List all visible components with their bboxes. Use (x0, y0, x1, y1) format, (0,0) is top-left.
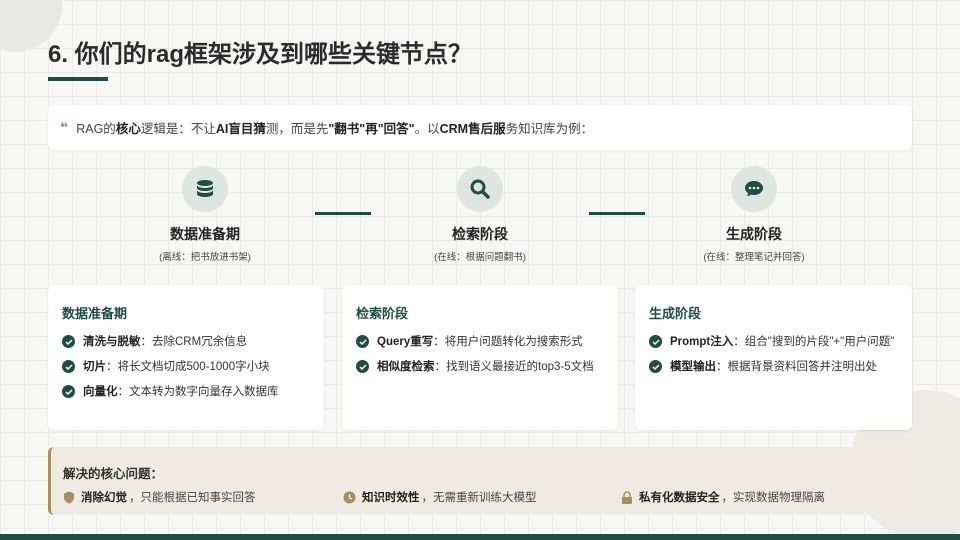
footer-bar (0, 534, 960, 540)
card-data-prep: 数据准备期 清洗与脱敏：去除CRM冗余信息 切片：将长文档切成500-1000字… (48, 285, 324, 430)
item-text: ：找到语义最接近的top3-5文档 (434, 361, 594, 373)
list-item: 切片：将长文档切成500-1000字小块 (62, 359, 310, 375)
core-problem-item: 知识时效性 ，无需重新训练大模型 (343, 489, 537, 505)
intro-text-part: 。以 (414, 122, 440, 136)
page-title: 6. 你们的rag框架涉及到哪些关键节点？ (48, 41, 473, 68)
item-label: 相似度检索 (377, 361, 435, 373)
card-retrieval: 检索阶段 Query重写：将用户问题转化为搜索形式 相似度检索：找到语义最接近的… (342, 285, 618, 430)
item-text: ：去除CRM冗余信息 (140, 336, 248, 348)
list-item: 模型输出：根据背景资料回答并注明出处 (649, 359, 898, 375)
card-generation: 生成阶段 Prompt注入：组合"搜到的片段"+"用户问题" 模型输出：根据背景… (635, 285, 912, 430)
core-problems-box: 解决的核心问题： 消除幻觉 ，只能根据已知事实回答 知识时效性 ，无需重新训练大模型… (48, 447, 912, 515)
item-text: ：将用户问题转化为搜索形式 (433, 336, 583, 348)
check-icon (649, 335, 662, 348)
search-icon (457, 166, 503, 212)
list-item: 相似度检索：找到语义最接近的top3-5文档 (356, 359, 604, 375)
database-icon (182, 166, 228, 212)
list-item: 向量化：文本转为数字向量存入数据库 (62, 384, 310, 400)
item-label: 清洗与脱敏 (83, 336, 141, 348)
intro-text-part: 测，而是先 (265, 122, 329, 136)
problem-text: ，实现数据物理隔离 (721, 492, 826, 504)
problem-label: 知识时效性 (362, 492, 420, 504)
item-label: 模型输出 (670, 361, 716, 373)
clock-icon (343, 491, 356, 503)
check-icon (62, 360, 75, 373)
item-label: 向量化 (83, 386, 118, 398)
intro-box: ❝ RAG的核心逻辑是：不让AI盲目猜测，而是先"翻书"再"回答"。以CRM售后… (48, 105, 912, 150)
intro-text: RAG的核心逻辑是：不让AI盲目猜测，而是先"翻书"再"回答"。以CRM售后服务… (76, 118, 593, 137)
list-item: 清洗与脱敏：去除CRM冗余信息 (62, 334, 310, 350)
check-icon (649, 360, 662, 373)
core-problem-item: 私有化数据安全 ，实现数据物理隔离 (621, 489, 825, 505)
stage-subtitle: (在线：根据问题翻书) (434, 252, 526, 263)
intro-text-bold: 核心 (115, 122, 141, 136)
chat-icon (731, 166, 777, 212)
list-item: Prompt注入：组合"搜到的片段"+"用户问题" (649, 334, 898, 350)
item-text: ：根据背景资料回答并注明出处 (716, 361, 877, 373)
intro-text-bold: "翻书"再"回答" (328, 122, 415, 136)
stage-connector (315, 212, 371, 215)
core-problem-item: 消除幻觉 ，只能根据已知事实回答 (63, 489, 256, 505)
card-title: 生成阶段 (649, 306, 702, 321)
check-icon (62, 335, 75, 348)
card-title: 数据准备期 (62, 306, 128, 321)
core-problems-title: 解决的核心问题： (63, 467, 164, 481)
intro-text-bold: AI盲目猜 (215, 122, 266, 136)
stage-name: 数据准备期 (170, 226, 240, 242)
item-text: ：将长文档切成500-1000字小块 (106, 361, 270, 373)
title-underline (48, 77, 108, 81)
intro-text-part: RAG的 (76, 122, 116, 136)
stage-name: 生成阶段 (726, 226, 782, 242)
check-icon (356, 335, 369, 348)
item-label: 切片 (83, 361, 106, 373)
stage-retrieval: 检索阶段 (在线：根据问题翻书) (380, 166, 580, 263)
item-label: Query重写 (377, 336, 434, 348)
list-item: Query重写：将用户问题转化为搜索形式 (356, 334, 604, 350)
lock-icon (622, 490, 632, 504)
card-title: 检索阶段 (356, 306, 409, 321)
intro-text-bold: CRM售后服 (439, 122, 506, 136)
stage-subtitle: (在线：整理笔记并回答) (703, 252, 805, 263)
problem-label: 消除幻觉 (81, 492, 127, 504)
stage-generation: 生成阶段 (在线：整理笔记并回答) (654, 166, 854, 263)
item-text: ：文本转为数字向量存入数据库 (117, 386, 279, 398)
stage-data-prep: 数据准备期 (离线：把书放进书架) (105, 166, 305, 263)
check-icon (356, 360, 369, 373)
check-icon (62, 385, 75, 398)
item-label: Prompt注入 (670, 336, 734, 348)
stage-connector (589, 212, 645, 215)
intro-text-part: 逻辑是：不让 (140, 122, 216, 136)
quote-icon: ❝ (60, 119, 69, 135)
problem-text: ，只能根据已知事实回答 (129, 492, 256, 504)
stage-subtitle: (离线：把书放进书架) (159, 252, 251, 263)
stage-name: 检索阶段 (452, 226, 508, 242)
shield-icon (64, 491, 74, 503)
item-text: ：组合"搜到的片段"+"用户问题" (733, 336, 895, 348)
problem-label: 私有化数据安全 (639, 492, 720, 504)
problem-text: ，无需重新训练大模型 (421, 492, 537, 504)
intro-text-part: 务知识库为例： (505, 122, 594, 136)
